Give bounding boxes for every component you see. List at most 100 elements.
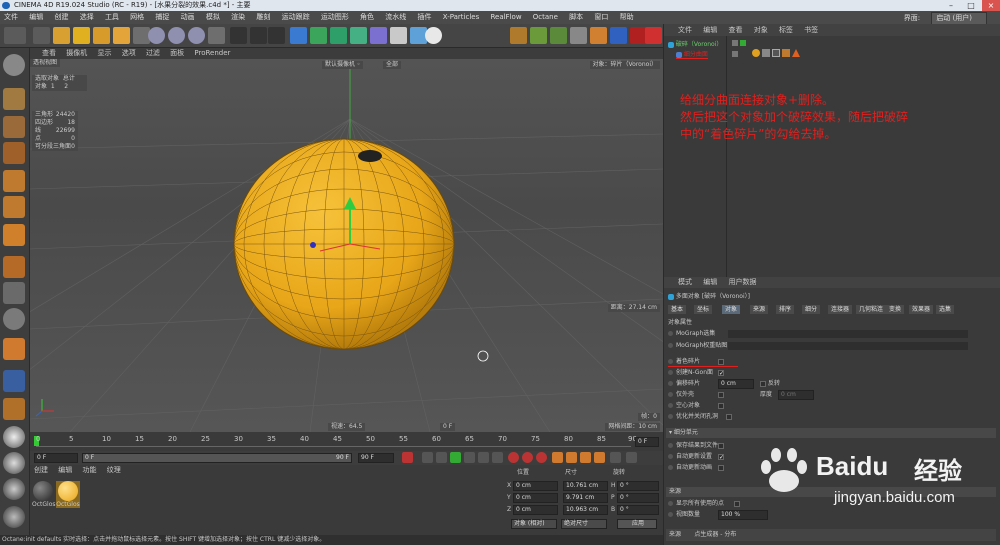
snap-icon[interactable] [3, 308, 25, 330]
menu-character[interactable]: 角色 [360, 13, 374, 21]
invert-checkbox[interactable] [760, 381, 766, 387]
next-key-icon[interactable] [478, 452, 489, 463]
sphere-material-4-icon[interactable] [3, 506, 25, 528]
sphere-material-icon[interactable] [3, 426, 25, 448]
object-row-subdivision[interactable]: 细分曲面 [676, 50, 708, 59]
animate-dot[interactable] [668, 370, 673, 375]
plugin-blue-icon[interactable] [610, 27, 627, 44]
goto-end-icon[interactable] [492, 452, 503, 463]
option-create-ngon[interactable]: 创建N-Gon面 ✓ [668, 368, 724, 378]
checker-tag-icon[interactable] [772, 49, 780, 57]
menu-create[interactable]: 创建 [54, 13, 68, 21]
sphere-material-2-icon[interactable] [3, 452, 25, 474]
rot-b-field[interactable]: 0 ° [617, 505, 659, 515]
save-to-file-checkbox[interactable] [718, 443, 724, 449]
key-rotation-icon[interactable] [580, 452, 591, 463]
viewport-menu-filter[interactable]: 过滤 [146, 49, 160, 57]
bridge-b-icon[interactable] [510, 27, 527, 44]
animate-dot[interactable] [668, 331, 673, 336]
viewport-menu-options[interactable]: 选项 [122, 49, 136, 57]
current-frame-field[interactable]: 0 F [635, 437, 659, 447]
record-key-icon[interactable] [508, 452, 519, 463]
tab-source[interactable]: 来源 [750, 305, 769, 314]
option-shade-fragments[interactable]: 着色碎片 [668, 357, 738, 367]
material-tag-icon[interactable] [752, 49, 760, 57]
apply-button[interactable]: 应用 [617, 519, 657, 529]
material-swatch-selected[interactable]: OctGlos [56, 481, 80, 508]
undo-icon[interactable] [4, 27, 26, 44]
menu-sculpt[interactable]: 雕刻 [256, 13, 270, 21]
menu-tools[interactable]: 工具 [105, 13, 119, 21]
record-icon[interactable] [645, 27, 662, 44]
pos-z-field[interactable]: 0 cm [513, 505, 558, 515]
array-icon[interactable] [350, 27, 367, 44]
points-mode-icon[interactable] [3, 170, 25, 192]
tab-transform[interactable]: 变换 [886, 305, 905, 314]
animate-dot[interactable] [668, 501, 673, 506]
tab-connector[interactable]: 连接器 [828, 305, 853, 314]
size-z-field[interactable]: 10.963 cm [563, 505, 608, 515]
material-menu-function[interactable]: 功能 [82, 466, 96, 474]
option-auto-update-animation[interactable]: 自动更新动画 [668, 463, 724, 473]
menu-snap[interactable]: 捕捉 [155, 13, 169, 21]
visibility-toggle[interactable] [732, 40, 738, 46]
play-icon[interactable] [450, 452, 461, 463]
visibility-toggle[interactable] [732, 51, 738, 57]
viewport-menu-view[interactable]: 查看 [42, 49, 56, 57]
menu-window[interactable]: 窗口 [594, 13, 608, 21]
menu-select[interactable]: 选择 [80, 13, 94, 21]
show-used-points-checkbox[interactable] [734, 501, 740, 507]
material-menu-texture[interactable]: 纹理 [107, 466, 121, 474]
workplane-mode-icon[interactable] [3, 142, 25, 164]
om-menu-objects[interactable]: 对象 [754, 26, 768, 34]
size-y-field[interactable]: 9.791 cm [563, 493, 608, 503]
attr-menu-userdata[interactable]: 用户数据 [728, 278, 756, 286]
coord-mode-select[interactable]: 对象 (相对) [511, 519, 557, 529]
x-axis-icon[interactable] [148, 27, 165, 44]
offset-fragments-field[interactable]: 0 cm [718, 379, 754, 389]
pos-y-field[interactable]: 0 cm [513, 493, 558, 503]
polygons-mode-icon[interactable] [3, 224, 25, 246]
tab-sorting[interactable]: 排序 [776, 305, 795, 314]
menu-mesh[interactable]: 网格 [130, 13, 144, 21]
close-button[interactable]: × [982, 0, 1000, 11]
subdivision-icon[interactable] [330, 27, 347, 44]
key-selection-icon[interactable] [536, 452, 547, 463]
rot-h-field[interactable]: 0 ° [617, 481, 659, 491]
make-editable-icon[interactable] [3, 54, 25, 76]
timeline-menu-icon[interactable] [626, 452, 637, 463]
menu-pipeline[interactable]: 流水线 [385, 13, 406, 21]
menu-edit[interactable]: 编辑 [29, 13, 43, 21]
pen-spline-icon[interactable] [310, 27, 327, 44]
menu-animate[interactable]: 动画 [181, 13, 195, 21]
cube-primitive-icon[interactable] [290, 27, 307, 44]
menu-help[interactable]: 帮助 [620, 13, 634, 21]
tab-geometry-glue[interactable]: 几何粘连 [856, 305, 887, 314]
tab-coordinates[interactable]: 坐标 [694, 305, 713, 314]
option-hollow-object[interactable]: 空心对象 [668, 401, 724, 411]
key-scale-icon[interactable] [566, 452, 577, 463]
animate-dot[interactable] [668, 403, 673, 408]
menu-simulate[interactable]: 模拟 [206, 13, 220, 21]
option-show-used-points[interactable]: 显示所有使用的点 [668, 499, 740, 509]
viewport-menu-prorender[interactable]: ProRender [194, 49, 230, 57]
auto-update-settings-checkbox[interactable]: ✓ [718, 454, 724, 461]
create-ngon-checkbox[interactable]: ✓ [718, 370, 724, 377]
menu-motion-tracking[interactable]: 运动跟踪 [282, 13, 310, 21]
sphere-material-3-icon[interactable] [3, 478, 25, 500]
option-optimize-close-holes[interactable]: 优化并关闭孔洞 [668, 412, 732, 422]
warning-tag-icon[interactable] [792, 49, 800, 57]
render-view-icon[interactable] [230, 27, 247, 44]
material-swatch[interactable]: OctGlos [32, 481, 56, 508]
option-save-to-file[interactable]: 保存结果到文件 [668, 441, 724, 451]
thickness-field[interactable]: 0 cm [778, 390, 814, 400]
select-arrow-icon[interactable] [33, 27, 50, 44]
plugin-orange-icon[interactable] [590, 27, 607, 44]
live-select-icon[interactable] [53, 27, 70, 44]
light-icon[interactable] [425, 27, 442, 44]
shade-fragments-checkbox[interactable] [718, 359, 724, 365]
optimize-checkbox[interactable] [726, 414, 732, 420]
maximize-button[interactable]: □ [962, 0, 980, 11]
size-x-field[interactable]: 10.761 cm [563, 481, 608, 491]
tweak-mode-icon[interactable] [3, 282, 25, 304]
